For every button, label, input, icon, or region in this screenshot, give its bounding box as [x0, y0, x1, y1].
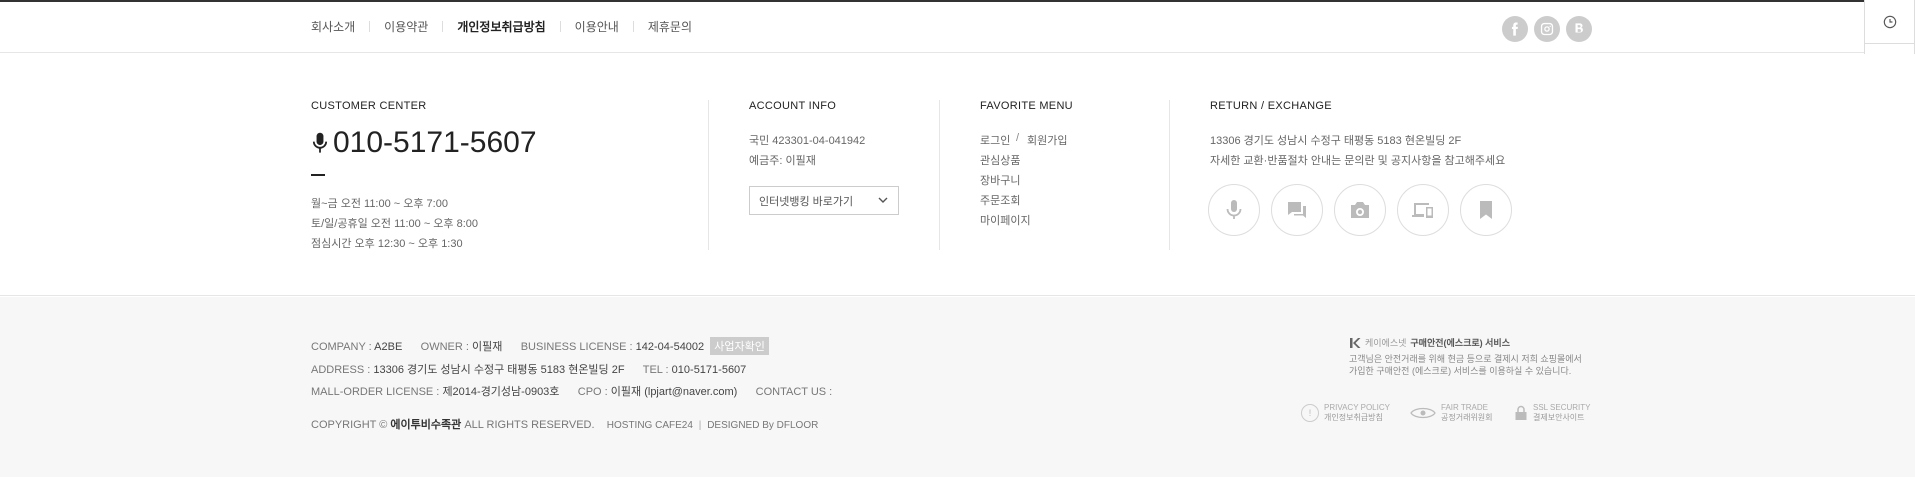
- return-note: 자세한 교환·반품절차 안내는 문의란 및 공지사항을 참고해주세요: [1210, 155, 1506, 167]
- quick-icon-buttons: [1208, 184, 1512, 236]
- copyright-line: COPYRIGHT © 에이투비수족관 ALL RIGHTS RESERVED.…: [311, 416, 818, 432]
- nav-link-about[interactable]: 회사소개: [311, 18, 355, 35]
- microphone-icon: [312, 132, 328, 153]
- escrow-brand: 케이에스넷: [1365, 338, 1407, 348]
- contact-label: CONTACT US :: [755, 386, 833, 398]
- wishlist-link[interactable]: 관심상품: [980, 152, 1020, 168]
- escrow-title-row: 케이에스넷 구매안전(에스크로) 서비스: [1349, 337, 1589, 349]
- escrow-desc: 고객님은 안전거래를 위해 현금 등으로 결제시 저희 쇼핑몰에서 가입한 구매…: [1349, 354, 1582, 376]
- link-slash: /: [1016, 132, 1020, 144]
- nav-separator: [632, 21, 634, 32]
- camera-icon[interactable]: [1334, 184, 1386, 236]
- tel-value: 010-5171-5607: [671, 364, 747, 376]
- copyright-prefix: COPYRIGHT ©: [311, 419, 388, 431]
- owner-name: 이필재: [472, 341, 503, 353]
- column-divider: [939, 100, 940, 250]
- designer-text[interactable]: DESIGNED By DFLOOR: [707, 420, 818, 431]
- instagram-icon[interactable]: [1534, 16, 1560, 42]
- account-info-title: ACCOUNT INFO: [749, 100, 837, 112]
- phone-number: 010-5171-5607: [333, 126, 537, 159]
- cart-link[interactable]: 장바구니: [980, 172, 1020, 188]
- bookmark-icon[interactable]: [1460, 184, 1512, 236]
- cert-title: FAIR TRADE: [1441, 403, 1488, 412]
- license-label: BUSINESS LICENSE :: [520, 341, 633, 353]
- hosting-text[interactable]: HOSTING CAFE24: [607, 420, 693, 431]
- column-divider: [708, 100, 709, 250]
- ssl-cert[interactable]: SSL SECURITY 결제보안사이트: [1514, 403, 1591, 423]
- privacy-cert[interactable]: ! PRIVACY POLICY 개인정보취급방침: [1301, 403, 1390, 423]
- internet-banking-select[interactable]: 인터넷뱅킹 바로가기: [749, 186, 899, 215]
- cert-sub: 공정거래위원회: [1441, 413, 1493, 422]
- cert-sub: 결제보안사이트: [1533, 413, 1585, 422]
- mypage-link[interactable]: 마이페이지: [980, 212, 1031, 228]
- address-value: 13306 경기도 성남시 수정구 태평동 5183 현온빌딩 2F: [373, 364, 625, 376]
- company-line: COMPANY : A2BE OWNER : 이필재 BUSINESS LICE…: [311, 337, 769, 355]
- nav-separator: [442, 21, 444, 32]
- social-links: [1502, 16, 1592, 42]
- nav-links: 회사소개 이용약관 개인정보취급방침 이용안내 제휴문의: [311, 18, 692, 35]
- column-divider: [1169, 100, 1170, 250]
- footer-info-section: CUSTOMER CENTER 010-5171-5607 월~금 오전 11:…: [0, 54, 1915, 296]
- bank-account: 국민 423301-04-041942: [749, 135, 866, 147]
- mall-label: MALL-ORDER LICENSE :: [311, 386, 440, 398]
- clock-icon: [1883, 15, 1896, 28]
- return-exchange-title: RETURN / EXCHANGE: [1210, 100, 1332, 112]
- hours-lunch: 점심시간 오후 12:30 ~ 오후 1:30: [311, 238, 463, 250]
- eye-icon: [1410, 407, 1436, 419]
- license-number: 142-04-54002: [635, 341, 705, 353]
- microphone-icon[interactable]: [1208, 184, 1260, 236]
- tel-label: TEL :: [642, 364, 669, 376]
- login-link[interactable]: 로그인: [980, 132, 1010, 148]
- fairtrade-cert[interactable]: FAIR TRADE 공정거래위원회: [1410, 403, 1493, 423]
- nav-separator: [559, 21, 561, 32]
- order-lookup-link[interactable]: 주문조회: [980, 192, 1020, 208]
- copyright-name: 에이투비수족관: [390, 419, 462, 431]
- account-holder: 예금주: 이필재: [749, 155, 816, 167]
- cert-title: PRIVACY POLICY: [1324, 403, 1390, 412]
- privacy-shield-icon: !: [1301, 404, 1319, 422]
- customer-phone[interactable]: 010-5171-5607: [311, 126, 537, 160]
- nav-link-partnership[interactable]: 제휴문의: [648, 18, 692, 35]
- select-label: 인터넷뱅킹 바로가기: [759, 195, 854, 208]
- favorite-menu-title: FAVORITE MENU: [980, 100, 1073, 112]
- phone-underline: [311, 174, 325, 176]
- lock-icon: [1515, 405, 1527, 420]
- chat-icon[interactable]: [1271, 184, 1323, 236]
- company-label: COMPANY :: [311, 341, 372, 353]
- escrow-info[interactable]: 케이에스넷 구매안전(에스크로) 서비스 고객님은 안전거래를 위해 현금 등으…: [1349, 337, 1589, 377]
- mall-value: 제2014-경기성남-0903호: [442, 386, 560, 398]
- nav-link-privacy[interactable]: 개인정보취급방침: [457, 18, 545, 35]
- join-link[interactable]: 회원가입: [1027, 132, 1067, 148]
- mall-line: MALL-ORDER LICENSE : 제2014-경기성남-0903호 CP…: [311, 383, 832, 399]
- owner-label: OWNER :: [420, 341, 469, 353]
- company-name: A2BE: [374, 341, 403, 353]
- cert-sub: 개인정보취급방침: [1324, 413, 1383, 422]
- copyright-suffix: ALL RIGHTS RESERVED.: [464, 419, 595, 431]
- chevron-down-icon: [878, 197, 888, 203]
- nav-link-guide[interactable]: 이용안내: [575, 18, 619, 35]
- return-address: 13306 경기도 성남시 수정구 태평동 5183 현온빌딩 2F: [1210, 135, 1462, 147]
- customer-center-title: CUSTOMER CENTER: [311, 100, 427, 112]
- nav-separator: [369, 21, 371, 32]
- cert-title: SSL SECURITY: [1533, 403, 1591, 412]
- hours-weekday: 월~금 오전 11:00 ~ 오후 7:00: [311, 198, 448, 210]
- cpo-value: 이필재 (lpjart@naver.com): [610, 386, 738, 398]
- footer-top-nav: 회사소개 이용약관 개인정보취급방침 이용안내 제휴문의: [0, 2, 1915, 53]
- business-check-badge[interactable]: 사업자확인: [710, 337, 769, 355]
- address-line: ADDRESS : 13306 경기도 성남시 수정구 태평동 5183 현온빌…: [311, 361, 746, 377]
- address-label: ADDRESS :: [311, 364, 371, 376]
- ksnet-logo-icon: [1350, 338, 1361, 348]
- widget-divider: [1865, 43, 1914, 44]
- escrow-title: 구매안전(에스크로) 서비스: [1410, 338, 1510, 348]
- cpo-label: CPO :: [577, 386, 608, 398]
- recent-view-button[interactable]: [1865, 0, 1914, 43]
- separator-bar: |: [695, 420, 705, 431]
- facebook-icon[interactable]: [1502, 16, 1528, 42]
- nav-link-terms[interactable]: 이용약관: [384, 18, 428, 35]
- blog-icon[interactable]: [1566, 16, 1592, 42]
- devices-icon[interactable]: [1397, 184, 1449, 236]
- footer-company-section: COMPANY : A2BE OWNER : 이필재 BUSINESS LICE…: [0, 297, 1915, 477]
- hours-weekend: 토/일/공휴일 오전 11:00 ~ 오후 8:00: [311, 218, 479, 230]
